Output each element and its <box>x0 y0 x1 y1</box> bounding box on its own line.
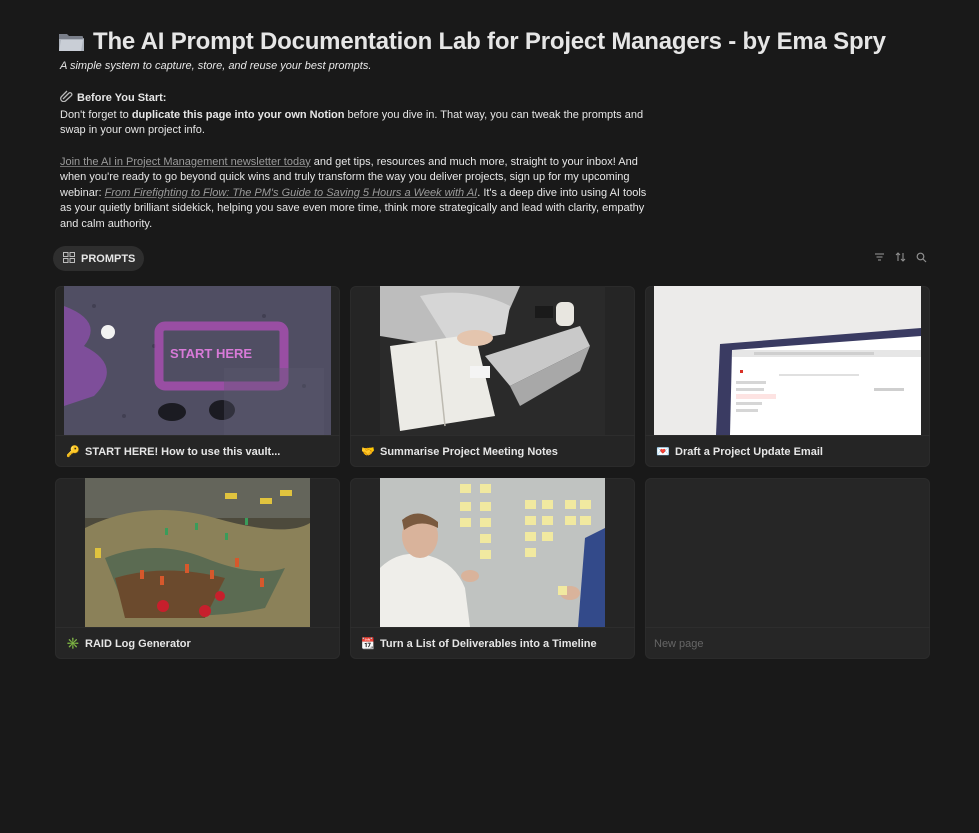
newsletter-link[interactable]: Join the AI in Project Management newsle… <box>60 156 311 168</box>
page-title: The AI Prompt Documentation Lab for Proj… <box>93 28 886 55</box>
gallery-card-update-email[interactable]: 💌 Draft a Project Update Email <box>645 286 930 467</box>
new-page-row: New page <box>645 627 930 659</box>
card-cover-image <box>380 478 605 627</box>
database-toolbar <box>873 252 927 266</box>
page-subtitle: A simple system to capture, store, and r… <box>60 60 372 72</box>
gallery-card-raid-log[interactable]: ✳️ RAID Log Generator <box>55 478 340 659</box>
card-title: Draft a Project Update Email <box>675 445 823 458</box>
page-title-row: The AI Prompt Documentation Lab for Proj… <box>58 26 886 58</box>
card-cover-image: START HERE <box>64 286 331 435</box>
before-heading-row: Before You Start: <box>60 90 650 108</box>
filter-icon[interactable] <box>873 252 885 266</box>
card-title: START HERE! How to use this vault... <box>85 445 281 458</box>
card-title: RAID Log Generator <box>85 637 191 650</box>
view-tab-prompts[interactable]: PROMPTS <box>53 246 145 271</box>
page-header: The AI Prompt Documentation Lab for Proj… <box>58 26 886 233</box>
before-text: Don't forget to duplicate this page into… <box>60 108 650 139</box>
promo-text: Join the AI in Project Management newsle… <box>60 155 650 233</box>
folder-icon <box>58 31 85 53</box>
new-page-label: New page <box>654 637 704 650</box>
before-heading: Before You Start: <box>77 92 167 104</box>
view-tab-label: PROMPTS <box>81 252 136 265</box>
card-title-row: 📆 Turn a List of Deliverables into a Tim… <box>350 627 635 659</box>
key-icon: 🔑 <box>66 446 80 458</box>
gallery-card-meeting-notes[interactable]: 🤝 Summarise Project Meeting Notes <box>350 286 635 467</box>
calendar-icon: 📆 <box>361 638 375 650</box>
card-cover-image <box>380 286 605 435</box>
card-cover-image <box>654 286 921 435</box>
card-title-row: 🤝 Summarise Project Meeting Notes <box>350 435 635 467</box>
card-title-row: ✳️ RAID Log Generator <box>55 627 340 659</box>
webinar-link[interactable]: From Firefighting to Flow: The PM's Guid… <box>105 187 478 199</box>
love-letter-icon: 💌 <box>656 446 670 458</box>
new-page-card[interactable]: New page <box>645 478 930 659</box>
card-title: Summarise Project Meeting Notes <box>380 445 558 458</box>
card-title-row: 🔑 START HERE! How to use this vault... <box>55 435 340 467</box>
search-icon[interactable] <box>915 252 927 266</box>
card-title: Turn a List of Deliverables into a Timel… <box>380 637 597 650</box>
start-here-graffiti: START HERE <box>170 346 252 361</box>
before-text-bold: duplicate this page into your own Notion <box>131 108 345 121</box>
before-text-pre: Don't forget to <box>60 108 132 121</box>
paperclip-icon <box>60 90 74 108</box>
asterisk-icon: ✳️ <box>66 638 80 650</box>
sort-icon[interactable] <box>894 252 906 266</box>
gallery-card-start-here[interactable]: START HERE 🔑 START HERE! How to use this… <box>55 286 340 467</box>
card-cover-image <box>85 478 310 627</box>
gallery-grid: START HERE 🔑 START HERE! How to use this… <box>55 286 930 659</box>
gallery-card-deliverables-timeline[interactable]: 📆 Turn a List of Deliverables into a Tim… <box>350 478 635 659</box>
card-title-row: 💌 Draft a Project Update Email <box>645 435 930 467</box>
gallery-icon <box>63 251 75 266</box>
handshake-icon: 🤝 <box>361 446 375 458</box>
